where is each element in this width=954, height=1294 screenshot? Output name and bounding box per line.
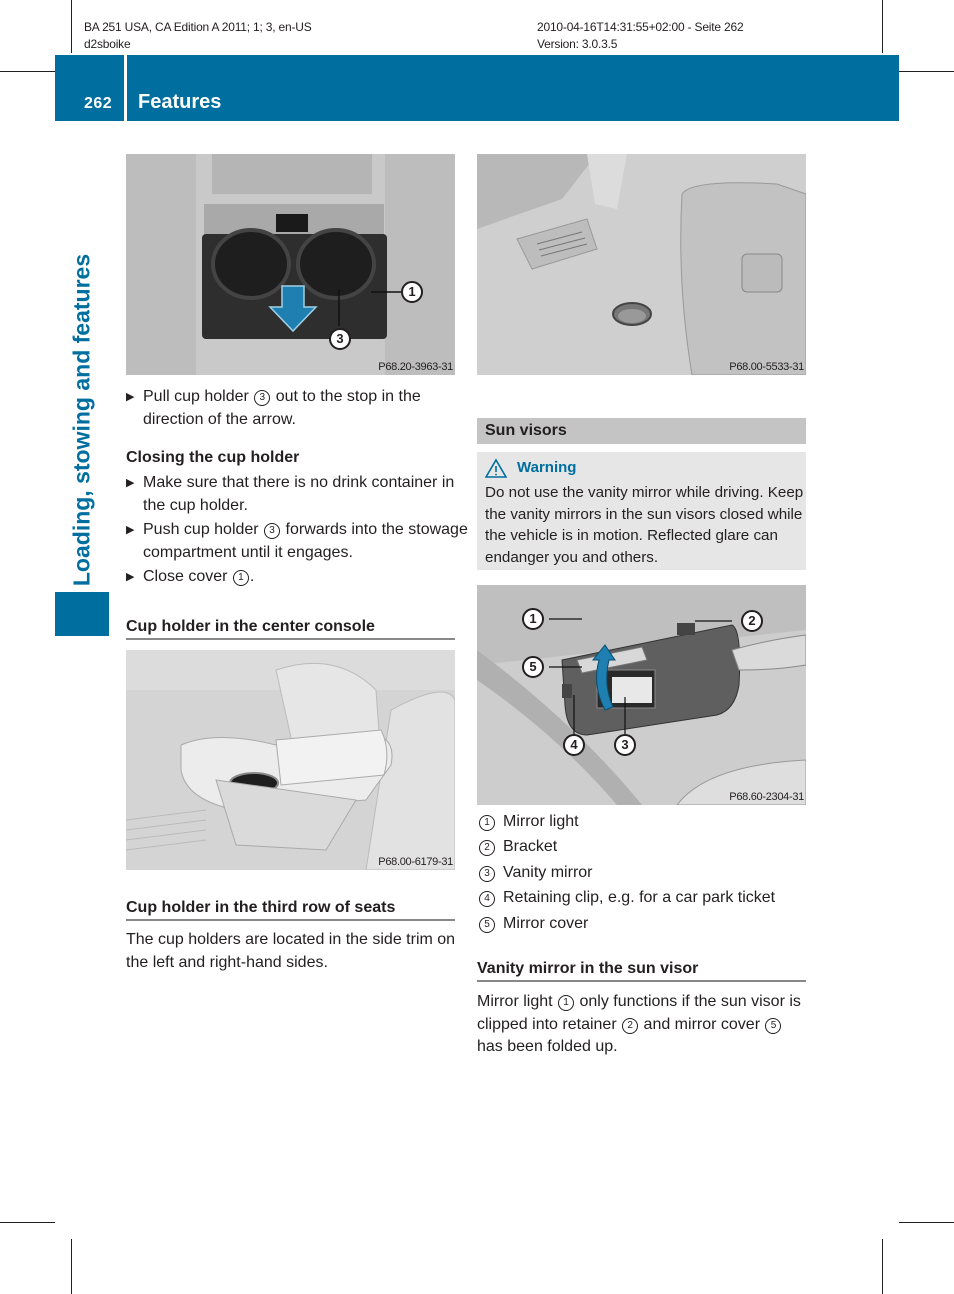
legend-item: 2 Bracket [478, 837, 557, 857]
warning-triangle-icon [485, 458, 507, 478]
legend-item: 5 Mirror cover [478, 914, 588, 934]
chapter-tab-marker [55, 592, 109, 636]
step-arrow-icon: ▶ [126, 571, 135, 583]
crop-mark [899, 71, 954, 72]
figure-cup-holder-open: 1 3 P68.20-3963-31 [126, 154, 455, 375]
step-arrow-icon: ▶ [126, 524, 135, 536]
section-title: Features [138, 91, 222, 113]
crop-mark [899, 1222, 954, 1223]
legend-number: 5 [479, 917, 495, 933]
legend-number: 4 [479, 891, 495, 907]
callout-ref: 1 [558, 995, 575, 1011]
callout-1: 1 [401, 281, 423, 303]
print-meta-edition: BA 251 USA, CA Edition A 2011; 1; 3, en-… [84, 20, 312, 34]
figure-code: P68.00-5533-31 [729, 361, 804, 373]
print-meta-author: d2sboike [84, 37, 131, 51]
figure-center-console: P68.00-6179-31 [126, 650, 455, 870]
page-number: 262 [84, 95, 113, 112]
callout-ref: 1 [232, 570, 249, 586]
callout-5: 5 [522, 656, 544, 678]
legend-item: 4 Retaining clip, e.g. for a car park tic… [478, 888, 775, 908]
callout-4: 4 [563, 734, 585, 756]
instruction-step: ▶ Make sure that there is no drink conta… [126, 474, 455, 514]
figure-third-row-cup-holder: P68.00-5533-31 [477, 154, 806, 375]
chapter-side-title: Loading, stowing and features [68, 253, 95, 587]
legend-number: 2 [479, 840, 495, 856]
third-row-description: The cup holders are located in the side … [126, 931, 456, 971]
legend-item: 1 Mirror light [478, 812, 579, 832]
legend-label: Mirror light [503, 813, 579, 830]
warning-title: Warning [517, 459, 577, 476]
print-meta-left: BA 251 USA, CA Edition A 2011; 1; 3, en-… [84, 19, 312, 53]
warning-text: Do not use the vanity mirror while drivi… [485, 484, 804, 566]
cup-holder-illustration [126, 154, 455, 375]
crop-mark [71, 0, 72, 53]
callout-ref: 5 [765, 1017, 782, 1034]
crop-mark [0, 71, 55, 72]
figure-code: P68.20-3963-31 [378, 361, 453, 373]
figure-code: P68.60-2304-31 [729, 791, 804, 803]
heading-center-console: Cup holder in the center console [126, 618, 455, 640]
print-meta-right: 2010-04-16T14:31:55+02:00 - Seite 262 Ve… [537, 19, 744, 53]
callout-2: 2 [741, 610, 763, 632]
section-header-sun-visors: Sun visors [477, 418, 806, 444]
vanity-mirror-description: Mirror light 1 only functions if the sun… [477, 993, 801, 1055]
print-meta-version: Version: 3.0.3.5 [537, 37, 618, 51]
callout-ref: 3 [254, 390, 271, 406]
legend-number: 3 [479, 866, 495, 882]
callout-3: 3 [614, 734, 636, 756]
legend-label: Bracket [503, 838, 558, 855]
sun-visors-title: Sun visors [485, 422, 567, 439]
heading-third-row: Cup holder in the third row of seats [126, 899, 455, 921]
instruction-step: ▶ Push cup holder 3 forwards into the st… [126, 521, 468, 561]
legend-label: Vanity mirror [503, 864, 593, 881]
heading-vanity-mirror: Vanity mirror in the sun visor [477, 960, 806, 982]
callout-1: 1 [522, 608, 544, 630]
heading-closing-cup-holder: Closing the cup holder [126, 449, 300, 466]
callout-3: 3 [329, 328, 351, 350]
crop-mark [882, 0, 883, 53]
warning-box: Warning Do not use the vanity mirror whi… [477, 452, 806, 570]
crop-mark [882, 1239, 883, 1294]
legend-item: 3 Vanity mirror [478, 863, 593, 883]
callout-ref: 2 [622, 1017, 639, 1034]
center-console-illustration [126, 650, 455, 870]
third-row-illustration [477, 154, 806, 375]
print-meta-timestamp: 2010-04-16T14:31:55+02:00 - Seite 262 [537, 20, 744, 34]
callout-ref: 3 [264, 523, 281, 539]
instruction-step: ▶ Pull cup holder 3 out to the stop in t… [126, 388, 421, 428]
legend-label: Mirror cover [503, 915, 589, 932]
figure-code: P68.00-6179-31 [378, 856, 453, 868]
step-arrow-icon: ▶ [126, 391, 135, 403]
legend-number: 1 [479, 815, 495, 831]
figure-sun-visor: 1 2 5 4 3 P68.60-2304-31 [477, 585, 806, 805]
crop-mark [0, 1222, 55, 1223]
header-divider [124, 55, 127, 121]
instruction-step: ▶ Close cover 1. [126, 566, 473, 589]
step-arrow-icon: ▶ [126, 477, 135, 489]
legend-label: Retaining clip, e.g. for a car park tick… [503, 889, 776, 906]
crop-mark [71, 1239, 72, 1294]
